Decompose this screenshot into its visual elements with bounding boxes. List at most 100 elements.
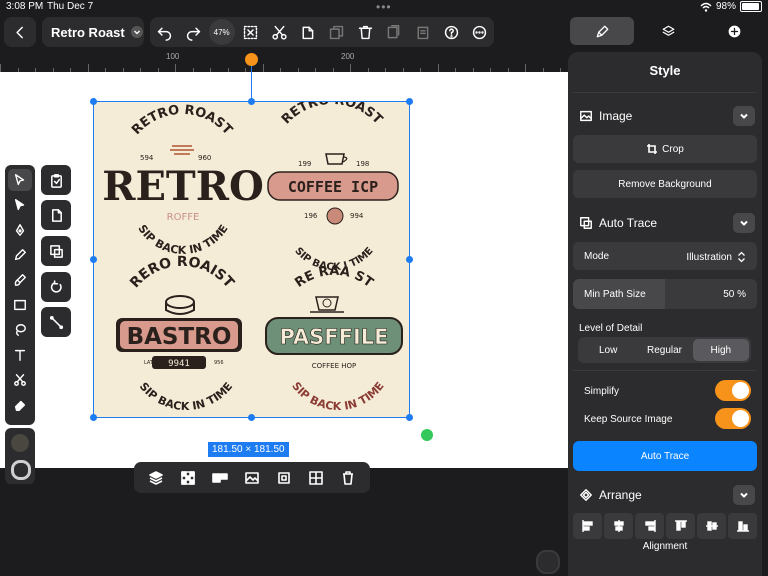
- arrange-button[interactable]: [144, 466, 168, 490]
- back-button[interactable]: [4, 17, 36, 47]
- auto-trace-section-header[interactable]: Auto Trace: [579, 212, 755, 234]
- alignment-label: Alignment: [642, 541, 688, 552]
- layers-icon: [149, 470, 163, 485]
- chevron-down-icon: [130, 26, 143, 38]
- updown-chevron-icon: [738, 251, 745, 263]
- crop-button[interactable]: [272, 466, 296, 490]
- scissors-icon: [14, 374, 26, 386]
- select-tool[interactable]: [8, 169, 32, 191]
- image-button[interactable]: [240, 466, 264, 490]
- fill-color-swatch[interactable]: [11, 434, 29, 452]
- duplicate-doc-button[interactable]: [41, 200, 71, 230]
- mode-label: Mode: [584, 251, 610, 262]
- paste-in-place-button[interactable]: [41, 165, 71, 195]
- image-section-label: Image: [599, 109, 633, 123]
- chevron-down-icon[interactable]: [733, 213, 755, 233]
- align-bottom-button[interactable]: [728, 513, 757, 539]
- tab-style[interactable]: [570, 17, 634, 45]
- copy-style-icon[interactable]: [379, 17, 408, 47]
- duplicate-icon[interactable]: [322, 17, 351, 47]
- level-of-detail-control: Low Regular High: [578, 337, 751, 363]
- image-replace-icon: [49, 244, 63, 258]
- lod-option-regular[interactable]: Regular: [636, 339, 692, 361]
- resize-handle[interactable]: [90, 414, 97, 421]
- stroke-color-swatch[interactable]: [11, 460, 31, 480]
- chevron-down-icon[interactable]: [733, 106, 755, 126]
- arrange-section-label: Arrange: [599, 488, 642, 502]
- battery-icon: [740, 1, 762, 12]
- green-handle[interactable]: [421, 429, 433, 441]
- arrange-section-header[interactable]: Arrange: [579, 484, 755, 506]
- auto-trace-button[interactable]: Auto Trace: [573, 441, 757, 471]
- align-right-icon: [644, 520, 656, 532]
- align-right-button[interactable]: [635, 513, 664, 539]
- rotate-button[interactable]: [41, 272, 71, 302]
- level-of-detail-label: Level of Detail: [579, 323, 643, 334]
- paste-icon[interactable]: [293, 17, 322, 47]
- split-button[interactable]: [208, 466, 232, 490]
- resize-handle[interactable]: [248, 98, 255, 105]
- help-icon[interactable]: [437, 17, 466, 47]
- scissors-icon[interactable]: [265, 17, 294, 47]
- image-section-header[interactable]: Image: [579, 105, 755, 127]
- trash-button[interactable]: [336, 466, 360, 490]
- horizontal-ruler: 100 200: [0, 52, 568, 73]
- lod-option-low[interactable]: Low: [580, 339, 636, 361]
- auto-trace-section-label: Auto Trace: [599, 216, 658, 230]
- mode-row[interactable]: Mode Illustration: [573, 242, 757, 270]
- align-left-button[interactable]: [573, 513, 602, 539]
- resize-handle[interactable]: [406, 98, 413, 105]
- simplify-toggle[interactable]: [715, 380, 751, 401]
- tab-add[interactable]: [702, 17, 766, 45]
- resize-handle[interactable]: [90, 256, 97, 263]
- delete-icon[interactable]: [351, 17, 380, 47]
- resize-handle[interactable]: [406, 414, 413, 421]
- resize-handle[interactable]: [90, 98, 97, 105]
- ruler-label: 200: [341, 52, 355, 61]
- pen-tool[interactable]: [8, 219, 32, 241]
- multitask-dots[interactable]: •••: [376, 0, 392, 14]
- align-left-icon: [581, 520, 593, 532]
- min-path-size-slider[interactable]: Min Path Size 50 %: [573, 279, 757, 309]
- resize-handle[interactable]: [248, 414, 255, 421]
- scale-button[interactable]: [41, 307, 71, 337]
- rotation-handle[interactable]: [245, 53, 258, 66]
- lasso-tool[interactable]: [8, 319, 32, 341]
- keep-source-toggle[interactable]: [715, 408, 751, 429]
- keep-source-label: Keep Source Image: [584, 414, 673, 425]
- chevron-down-icon[interactable]: [733, 485, 755, 505]
- text-tool[interactable]: [8, 344, 32, 366]
- mask-button[interactable]: [304, 466, 328, 490]
- eraser-tool[interactable]: [8, 394, 32, 416]
- redo-icon[interactable]: [179, 17, 208, 47]
- transparency-button[interactable]: [176, 466, 200, 490]
- selection-box: [93, 101, 410, 418]
- document-icon: [51, 208, 62, 222]
- resize-handle[interactable]: [406, 256, 413, 263]
- pencil-tool[interactable]: [8, 244, 32, 266]
- tab-layers[interactable]: [636, 17, 700, 45]
- crop-button[interactable]: Crop: [573, 135, 757, 163]
- undo-icon[interactable]: [150, 17, 179, 47]
- align-center-v-button[interactable]: [697, 513, 726, 539]
- document-title-button[interactable]: Retro Roast: [42, 17, 144, 47]
- transform-icon[interactable]: [236, 17, 265, 47]
- status-date: Thu Dec 7: [47, 1, 94, 12]
- shape-tool[interactable]: [8, 294, 32, 316]
- zoom-control[interactable]: 47%: [207, 17, 236, 47]
- assistive-touch-button[interactable]: [536, 550, 560, 574]
- remove-background-button[interactable]: Remove Background: [573, 170, 757, 198]
- auto-trace-icon: [580, 217, 592, 229]
- paste-style-icon[interactable]: [408, 17, 437, 47]
- replace-image-button[interactable]: [41, 236, 71, 266]
- direct-select-tool[interactable]: [8, 194, 32, 216]
- scissors-tool[interactable]: [8, 369, 32, 391]
- lod-option-high[interactable]: High: [692, 339, 749, 361]
- wifi-icon: [700, 2, 712, 12]
- clipboard-icon: [50, 173, 62, 188]
- align-center-h-button[interactable]: [604, 513, 633, 539]
- brush-tool[interactable]: [8, 269, 32, 291]
- align-top-button[interactable]: [666, 513, 695, 539]
- more-icon[interactable]: [465, 17, 494, 47]
- style-panel: Style Image Crop Remove Background Auto …: [568, 52, 762, 576]
